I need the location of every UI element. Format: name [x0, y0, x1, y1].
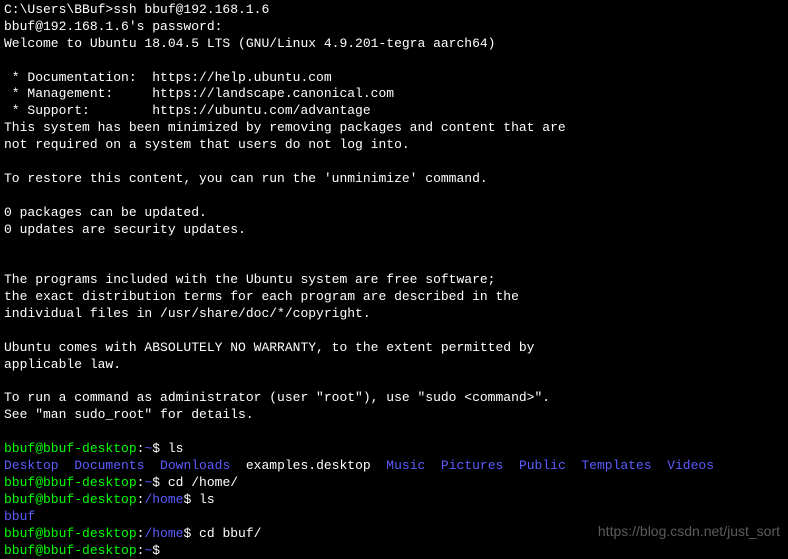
terminal-segment: Ubuntu comes with ABSOLUTELY NO WARRANTY…	[4, 340, 535, 355]
terminal-line: * Management: https://landscape.canonica…	[4, 86, 784, 103]
terminal-line	[4, 238, 784, 255]
terminal-line: 0 packages can be updated.	[4, 205, 784, 222]
terminal-line: bbuf@bbuf-desktop:~$	[4, 543, 784, 559]
terminal-segment: * Management: https://landscape.canonica…	[4, 86, 394, 101]
terminal-segment: individual files in /usr/share/doc/*/cop…	[4, 306, 371, 321]
terminal-segment: /home	[144, 526, 183, 541]
terminal-line	[4, 154, 784, 171]
terminal-line: bbuf@bbuf-desktop:~$ cd /home/	[4, 475, 784, 492]
terminal-line	[4, 53, 784, 70]
watermark: https://blog.csdn.net/just_sort	[598, 522, 780, 540]
terminal-segment: $ ls	[152, 441, 183, 456]
terminal-line: 0 updates are security updates.	[4, 222, 784, 239]
terminal-segment: This system has been minimized by removi…	[4, 120, 566, 135]
terminal-segment: bbuf@bbuf-desktop	[4, 475, 137, 490]
terminal-segment: * Documentation: https://help.ubuntu.com	[4, 70, 332, 85]
terminal-segment: 0 updates are security updates.	[4, 222, 246, 237]
terminal-line	[4, 255, 784, 272]
terminal-line	[4, 424, 784, 441]
terminal-segment: C:\Users\BBuf>ssh bbuf@192.168.1.6	[4, 2, 269, 17]
terminal-line: individual files in /usr/share/doc/*/cop…	[4, 306, 784, 323]
terminal-segment	[59, 458, 75, 473]
terminal-line: To restore this content, you can run the…	[4, 171, 784, 188]
terminal-segment: The programs included with the Ubuntu sy…	[4, 272, 495, 287]
terminal-segment	[503, 458, 519, 473]
terminal-segment: bbuf	[4, 509, 35, 524]
terminal-line: Desktop Documents Downloads examples.des…	[4, 458, 784, 475]
terminal-line: Welcome to Ubuntu 18.04.5 LTS (GNU/Linux…	[4, 36, 784, 53]
terminal-line: This system has been minimized by removi…	[4, 120, 784, 137]
terminal-segment: applicable law.	[4, 357, 121, 372]
terminal-segment: the exact distribution terms for each pr…	[4, 289, 519, 304]
terminal-segment: not required on a system that users do n…	[4, 137, 410, 152]
terminal-segment: Videos	[667, 458, 714, 473]
terminal-segment	[144, 458, 160, 473]
terminal-segment: 0 packages can be updated.	[4, 205, 207, 220]
terminal-segment: examples.desktop	[230, 458, 386, 473]
terminal-line: not required on a system that users do n…	[4, 137, 784, 154]
terminal-line: * Support: https://ubuntu.com/advantage	[4, 103, 784, 120]
terminal-segment	[652, 458, 668, 473]
terminal-segment: bbuf@bbuf-desktop	[4, 526, 137, 541]
terminal-segment: See "man sudo_root" for details.	[4, 407, 254, 422]
terminal-segment	[566, 458, 582, 473]
terminal-line: Ubuntu comes with ABSOLUTELY NO WARRANTY…	[4, 340, 784, 357]
terminal-line: bbuf@192.168.1.6's password:	[4, 19, 784, 36]
terminal-segment: To run a command as administrator (user …	[4, 390, 550, 405]
terminal-segment: * Support: https://ubuntu.com/advantage	[4, 103, 371, 118]
terminal-segment: $ ls	[183, 492, 214, 507]
terminal-segment: bbuf@bbuf-desktop	[4, 492, 137, 507]
terminal-segment: Welcome to Ubuntu 18.04.5 LTS (GNU/Linux…	[4, 36, 495, 51]
terminal-line	[4, 323, 784, 340]
terminal-line: The programs included with the Ubuntu sy…	[4, 272, 784, 289]
terminal-segment: Public	[519, 458, 566, 473]
terminal-line: To run a command as administrator (user …	[4, 390, 784, 407]
terminal-line: the exact distribution terms for each pr…	[4, 289, 784, 306]
terminal-segment: $	[152, 543, 168, 558]
terminal-segment: bbuf@bbuf-desktop	[4, 441, 137, 456]
terminal-segment: bbuf@192.168.1.6's password:	[4, 19, 222, 34]
terminal-segment	[425, 458, 441, 473]
terminal-line: bbuf@bbuf-desktop:/home$ ls	[4, 492, 784, 509]
terminal-segment: bbuf@bbuf-desktop	[4, 543, 137, 558]
terminal-segment: $ cd bbuf/	[183, 526, 261, 541]
terminal-line: bbuf@bbuf-desktop:~$ ls	[4, 441, 784, 458]
terminal-line: See "man sudo_root" for details.	[4, 407, 784, 424]
terminal-segment: Documents	[74, 458, 144, 473]
terminal-segment: /home	[144, 492, 183, 507]
terminal-segment: Downloads	[160, 458, 230, 473]
terminal-line: C:\Users\BBuf>ssh bbuf@192.168.1.6	[4, 2, 784, 19]
terminal-segment: Pictures	[441, 458, 503, 473]
terminal-segment: To restore this content, you can run the…	[4, 171, 488, 186]
terminal-segment: $ cd /home/	[152, 475, 238, 490]
terminal-segment: Desktop	[4, 458, 59, 473]
terminal-line	[4, 374, 784, 391]
terminal-segment: Music	[386, 458, 425, 473]
terminal-line: * Documentation: https://help.ubuntu.com	[4, 70, 784, 87]
terminal-segment: Templates	[581, 458, 651, 473]
terminal-line: applicable law.	[4, 357, 784, 374]
terminal-line	[4, 188, 784, 205]
terminal-output[interactable]: C:\Users\BBuf>ssh bbuf@192.168.1.6 bbuf@1…	[4, 2, 784, 559]
